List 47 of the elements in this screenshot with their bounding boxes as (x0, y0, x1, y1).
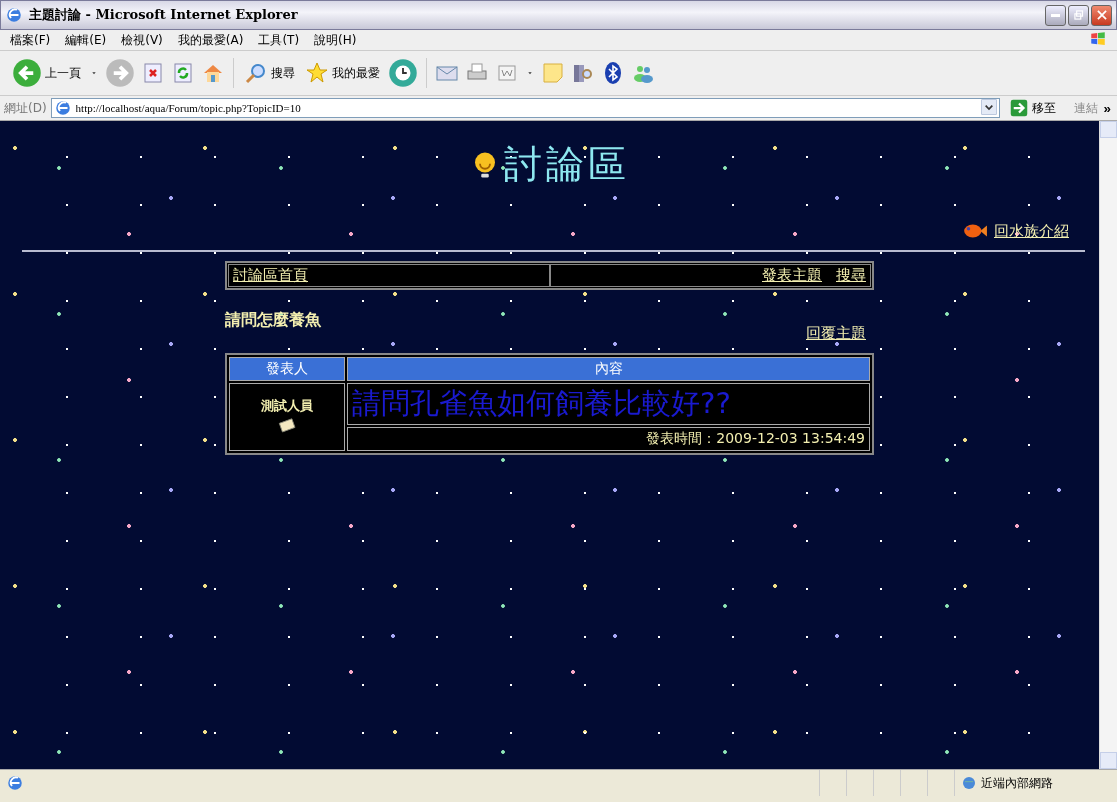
star-icon (305, 61, 329, 85)
scrollbar[interactable] (1099, 121, 1117, 769)
menu-item[interactable]: 檔案(F) (10, 31, 51, 49)
nav-link[interactable]: 發表主題 (762, 266, 822, 285)
go-button[interactable]: 移至 (1003, 99, 1062, 117)
favorites-button[interactable]: 我的最愛 (303, 59, 382, 87)
history-icon (388, 58, 418, 88)
address-label: 網址(D) (4, 99, 47, 117)
menu-item[interactable]: 說明(H) (314, 31, 357, 49)
url-input[interactable]: http://localhost/aqua/Forum/topic.php?TopicID=10 (75, 102, 977, 114)
close-button[interactable] (1091, 4, 1112, 26)
stop-icon (141, 61, 165, 85)
forum-home-link[interactable]: 討論區首頁 (233, 266, 308, 285)
reply-link[interactable]: 回覆主題 (806, 324, 866, 343)
menu-item[interactable]: 檢視(V) (121, 31, 163, 49)
zone-label: 近端內部網路 (981, 774, 1053, 792)
refresh-icon (171, 61, 195, 85)
browser-logo-icon (6, 774, 24, 792)
window-title: 主題討論 - Microsoft Internet Explorer (29, 6, 299, 24)
menu-item[interactable]: 工具(T) (258, 31, 300, 49)
sticky-note-icon (541, 61, 565, 85)
nav-link[interactable]: 搜尋 (836, 266, 866, 285)
minimize-icon (1051, 13, 1060, 17)
close-icon (1094, 8, 1109, 22)
column-header: 發表人 (229, 357, 345, 381)
author-name: 測試人員 (260, 396, 314, 415)
column-header: 內容 (347, 357, 870, 381)
go-arrow-icon (1009, 99, 1028, 117)
topic-title: 請問怎麼養魚 (225, 310, 321, 331)
post-content: 請問孔雀魚如何飼養比較好?? (347, 383, 870, 425)
browser-logo-icon (53, 99, 72, 117)
back-button[interactable]: 上一頁 (10, 56, 83, 90)
more-links-button[interactable]: » (1101, 100, 1113, 116)
page-heading: 討論區 (503, 141, 630, 188)
dropdown-caret-icon (980, 99, 997, 115)
minimize-button[interactable] (1045, 4, 1066, 26)
menu-item[interactable]: 我的最愛(A) (177, 31, 244, 49)
restore-button[interactable] (1068, 4, 1089, 26)
search-icon (244, 61, 268, 85)
aqua-intro-link[interactable]: 回水族介紹 (994, 221, 1069, 241)
address-field[interactable]: http://localhost/aqua/Forum/topic.php?TopicID=10 (50, 98, 1000, 118)
network-globe-icon (961, 775, 977, 791)
menu-item[interactable]: 編輯(E) (65, 31, 107, 49)
search-button[interactable]: 搜尋 (242, 59, 297, 87)
browser-logo-icon (5, 6, 23, 24)
restore-icon (1071, 8, 1086, 22)
post-time: 發表時間：2009-12-03 13:54:49 (347, 427, 870, 451)
